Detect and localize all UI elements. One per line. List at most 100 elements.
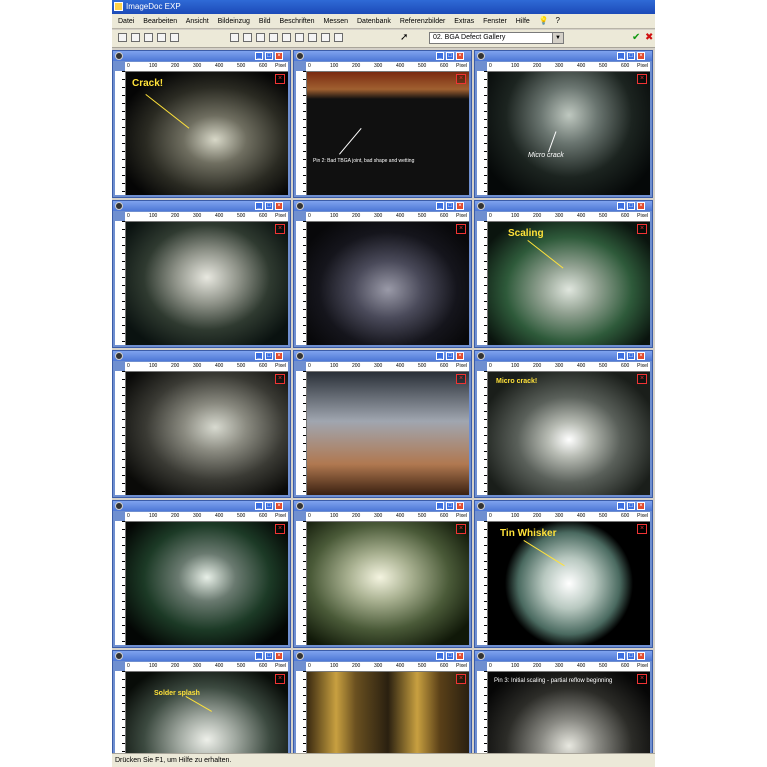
- image-window[interactable]: _ □ × 0 100 200 300 400 500 600 Pixel Pin 3: Initia…: [474, 650, 653, 767]
- maximize-button[interactable]: □: [627, 202, 635, 210]
- record-icon[interactable]: [321, 33, 330, 42]
- menu-extras[interactable]: Extras: [454, 18, 474, 25]
- close-button[interactable]: ×: [275, 52, 283, 60]
- gallery-select[interactable]: 02. BGA Defect Gallery ▼: [429, 32, 564, 44]
- image-window[interactable]: _ □ × 0 100 200 300 400 500 600 Pixel ×: [112, 500, 291, 648]
- close-overlay-icon[interactable]: ×: [275, 224, 285, 234]
- layout-icon[interactable]: [269, 33, 278, 42]
- microscope-image[interactable]: Tin Whisker ×: [488, 522, 650, 645]
- close-overlay-icon[interactable]: ×: [637, 74, 647, 84]
- image-window-titlebar[interactable]: _ □ ×: [475, 51, 652, 61]
- image-window-titlebar[interactable]: _ □ ×: [113, 351, 290, 361]
- close-button[interactable]: ×: [456, 352, 464, 360]
- maximize-button[interactable]: □: [446, 352, 454, 360]
- image-window[interactable]: _ □ × 0 100 200 300 400 500 600 Pixel Pin 2: Bad TB…: [293, 50, 472, 198]
- close-button[interactable]: ×: [637, 52, 645, 60]
- close-button[interactable]: ×: [275, 352, 283, 360]
- lightbulb-icon[interactable]: 💡: [539, 17, 549, 25]
- maximize-button[interactable]: □: [265, 652, 273, 660]
- context-help-icon[interactable]: ?: [554, 17, 562, 25]
- maximize-button[interactable]: □: [446, 202, 454, 210]
- maximize-button[interactable]: □: [627, 52, 635, 60]
- image-window[interactable]: _ □ × 0 100 200 300 400 500 600 Pixel ×: [293, 650, 472, 767]
- microscope-image[interactable]: Micro crack ×: [488, 72, 650, 195]
- menu-ansicht[interactable]: Ansicht: [186, 18, 209, 25]
- image-window-titlebar[interactable]: _ □ ×: [294, 501, 471, 511]
- image-window-titlebar[interactable]: _ □ ×: [113, 201, 290, 211]
- close-overlay-icon[interactable]: ×: [456, 524, 466, 534]
- paste-icon[interactable]: [157, 33, 166, 42]
- close-button[interactable]: ×: [275, 202, 283, 210]
- close-button[interactable]: ×: [275, 652, 283, 660]
- menu-fenster[interactable]: Fenster: [483, 18, 507, 25]
- arrange-icon[interactable]: [256, 33, 265, 42]
- stop-icon[interactable]: [334, 33, 343, 42]
- minimize-button[interactable]: _: [617, 202, 625, 210]
- cancel-icon[interactable]: ✖: [645, 32, 655, 44]
- maximize-button[interactable]: □: [446, 502, 454, 510]
- microscope-image[interactable]: ×: [307, 222, 469, 345]
- close-button[interactable]: ×: [456, 502, 464, 510]
- microscope-image[interactable]: ×: [126, 222, 288, 345]
- minimize-button[interactable]: _: [436, 202, 444, 210]
- chevron-down-icon[interactable]: ▼: [552, 33, 563, 43]
- new-icon[interactable]: [118, 33, 127, 42]
- close-button[interactable]: ×: [637, 652, 645, 660]
- minimize-button[interactable]: _: [255, 502, 263, 510]
- maximize-button[interactable]: □: [265, 52, 273, 60]
- maximize-button[interactable]: □: [627, 652, 635, 660]
- microscope-image[interactable]: Micro crack! ×: [488, 372, 650, 495]
- microscope-image[interactable]: ×: [126, 522, 288, 645]
- image-window[interactable]: _ □ × 0 100 200 300 400 500 600 Pixel ×: [293, 200, 472, 348]
- pointer-cursor-icon[interactable]: ➚: [400, 32, 410, 44]
- image-window-titlebar[interactable]: _ □ ×: [475, 351, 652, 361]
- cascade-icon[interactable]: [243, 33, 252, 42]
- close-overlay-icon[interactable]: ×: [456, 224, 466, 234]
- draw-icon[interactable]: [308, 33, 317, 42]
- minimize-button[interactable]: _: [255, 202, 263, 210]
- image-window-titlebar[interactable]: _ □ ×: [475, 501, 652, 511]
- menu-bearbeiten[interactable]: Bearbeiten: [143, 18, 177, 25]
- close-overlay-icon[interactable]: ×: [275, 674, 285, 684]
- maximize-button[interactable]: □: [446, 52, 454, 60]
- menu-hilfe[interactable]: Hilfe: [516, 18, 530, 25]
- menu-messen[interactable]: Messen: [324, 18, 349, 25]
- close-overlay-icon[interactable]: ×: [637, 374, 647, 384]
- image-window[interactable]: _ □ × 0 100 200 300 400 500 600 Pixel ×: [293, 350, 472, 498]
- image-window[interactable]: _ □ × 0 100 200 300 400 500 600 Pixel Tin Whisker ×: [474, 500, 653, 648]
- image-window-titlebar[interactable]: _ □ ×: [294, 51, 471, 61]
- close-overlay-icon[interactable]: ×: [456, 374, 466, 384]
- maximize-button[interactable]: □: [265, 352, 273, 360]
- close-button[interactable]: ×: [456, 52, 464, 60]
- close-button[interactable]: ×: [456, 202, 464, 210]
- image-window[interactable]: _ □ × 0 100 200 300 400 500 600 Pixel ×: [293, 500, 472, 648]
- close-overlay-icon[interactable]: ×: [275, 524, 285, 534]
- zoom-icon[interactable]: [295, 33, 304, 42]
- close-overlay-icon[interactable]: ×: [637, 224, 647, 234]
- copy-icon[interactable]: [144, 33, 153, 42]
- tile-icon[interactable]: [230, 33, 239, 42]
- menu-datei[interactable]: Datei: [118, 18, 134, 25]
- minimize-button[interactable]: _: [436, 52, 444, 60]
- image-window-titlebar[interactable]: _ □ ×: [294, 201, 471, 211]
- maximize-button[interactable]: □: [627, 502, 635, 510]
- close-overlay-icon[interactable]: ×: [275, 74, 285, 84]
- print-icon[interactable]: [170, 33, 179, 42]
- minimize-button[interactable]: _: [436, 352, 444, 360]
- image-window[interactable]: _ □ × 0 100 200 300 400 500 600 Pixel ×: [112, 200, 291, 348]
- minimize-button[interactable]: _: [436, 652, 444, 660]
- menu-bildeinzug[interactable]: Bildeinzug: [218, 18, 250, 25]
- image-window-titlebar[interactable]: _ □ ×: [294, 351, 471, 361]
- microscope-image[interactable]: Crack! ×: [126, 72, 288, 195]
- image-window-titlebar[interactable]: _ □ ×: [294, 651, 471, 661]
- maximize-button[interactable]: □: [265, 502, 273, 510]
- minimize-button[interactable]: _: [617, 352, 625, 360]
- menu-bild[interactable]: Bild: [259, 18, 271, 25]
- minimize-button[interactable]: _: [255, 352, 263, 360]
- maximize-button[interactable]: □: [446, 652, 454, 660]
- close-overlay-icon[interactable]: ×: [456, 74, 466, 84]
- microscope-image[interactable]: Pin 2: Bad TBGA joint, bad shape and wet…: [307, 72, 469, 195]
- minimize-button[interactable]: _: [617, 652, 625, 660]
- minimize-button[interactable]: _: [436, 502, 444, 510]
- minimize-button[interactable]: _: [255, 652, 263, 660]
